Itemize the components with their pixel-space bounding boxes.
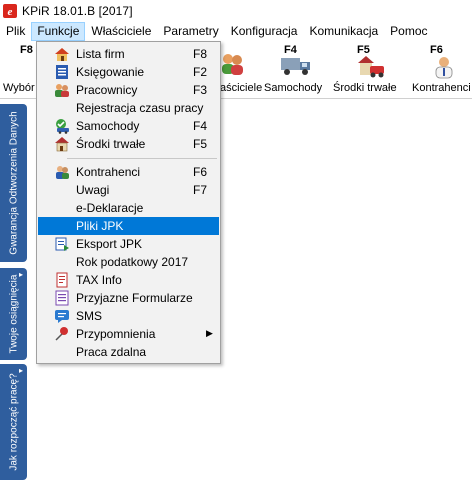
menu-funkcje-label: Funkcje bbox=[37, 24, 80, 38]
owners-icon bbox=[222, 54, 243, 75]
menu-item-praca-zdalna[interactable]: Praca zdalna bbox=[38, 343, 219, 361]
menu-item-shortcut: F7 bbox=[193, 183, 208, 197]
menu-item-rejestracja-czasu-pracy[interactable]: Rejestracja czasu pracy bbox=[38, 99, 219, 117]
svg-text:e: e bbox=[8, 6, 13, 18]
menu-item-e-deklaracje[interactable]: e-Deklaracje bbox=[38, 199, 219, 217]
submenu-arrow-icon: ▶ bbox=[206, 328, 213, 338]
toolbar-button-label: Środki trwałe bbox=[333, 82, 397, 94]
menu-item-label: Uwagi bbox=[76, 183, 110, 197]
menu-konfiguracja[interactable]: Konfiguracja bbox=[225, 22, 304, 41]
contractors-icon bbox=[435, 57, 453, 79]
side-tab-data-guarantee[interactable]: Gwarancja Odtworzenia Danych bbox=[0, 104, 27, 262]
menu-item-shortcut: F6 bbox=[193, 165, 208, 179]
menu-item-tax-info[interactable]: TAX Info bbox=[38, 271, 219, 289]
document-icon bbox=[56, 272, 68, 288]
ledger-icon bbox=[56, 65, 68, 79]
menu-item-shortcut: F8 bbox=[193, 47, 208, 61]
menu-konfiguracja-label: Konfiguracja bbox=[230, 24, 298, 38]
funkcje-dropdown-menu: Lista firm F8 Księgowanie F2 Pracownicy … bbox=[36, 41, 221, 364]
side-tab-label: Twoje osiągnięcia bbox=[8, 274, 19, 354]
menu-item-label: Przypomnienia bbox=[76, 327, 156, 341]
toolbar-button-label: Kontrahenci bbox=[412, 82, 471, 94]
toolbar-fixed-assets-button[interactable]: F5 Środki trwałe bbox=[330, 41, 408, 99]
app-logo-icon: e bbox=[3, 4, 17, 18]
chevron-right-icon: ▸ bbox=[18, 270, 23, 279]
menu-item-przyjazne-formularze[interactable]: Przyjazne Formularze bbox=[38, 289, 219, 307]
menu-bar: Plik Funkcje Właściciele Parametry Konfi… bbox=[0, 22, 472, 41]
menu-item-lista-firm[interactable]: Lista firm F8 bbox=[38, 45, 219, 63]
menu-item-srodki-trwale[interactable]: Środki trwałe F5 bbox=[38, 135, 219, 153]
side-tab-label: Gwarancja Odtworzenia Danych bbox=[8, 111, 19, 255]
fixed-assets-icon bbox=[358, 56, 384, 78]
menu-item-shortcut: F3 bbox=[193, 83, 208, 97]
menu-wlasciciele-label: Właściciele bbox=[91, 24, 152, 38]
sms-icon bbox=[55, 310, 69, 323]
menu-item-label: SMS bbox=[76, 309, 103, 323]
menu-item-label: Praca zdalna bbox=[76, 345, 147, 359]
menu-item-label: Rok podatkowy 2017 bbox=[76, 255, 189, 269]
form-icon bbox=[55, 290, 69, 306]
menu-item-pracownicy[interactable]: Pracownicy F3 bbox=[38, 81, 219, 99]
menu-komunikacja-label: Komunikacja bbox=[309, 24, 379, 38]
menu-separator bbox=[67, 158, 217, 159]
toolbar-cars-button[interactable]: F4 Samochody bbox=[262, 41, 326, 99]
menu-pomoc-label: Pomoc bbox=[390, 24, 428, 38]
menu-plik-label: Plik bbox=[6, 24, 26, 38]
menu-item-samochody[interactable]: Samochody F4 bbox=[38, 117, 219, 135]
toolbar-contractors-button[interactable]: F6 Kontrahenci bbox=[410, 41, 472, 99]
menu-item-kontrahenci[interactable]: Kontrahenci F6 bbox=[38, 163, 219, 181]
menu-item-shortcut: F4 bbox=[193, 119, 208, 133]
toolbar-key-label: F8 bbox=[20, 44, 33, 56]
menu-item-label: Lista firm bbox=[76, 47, 125, 61]
menu-item-label: e-Deklaracje bbox=[76, 201, 144, 215]
menu-komunikacja[interactable]: Komunikacja bbox=[303, 22, 384, 41]
menu-item-eksport-jpk[interactable]: Eksport JPK bbox=[38, 235, 219, 253]
chevron-right-icon: ▸ bbox=[18, 366, 23, 375]
window-title: KPiR 18.01.B [2017] bbox=[22, 4, 133, 18]
side-tab-getting-started[interactable]: ▸ Jak rozpocząć pracę? bbox=[0, 364, 27, 480]
menu-item-shortcut: F5 bbox=[193, 137, 208, 151]
toolbar-button-label: Samochody bbox=[264, 82, 323, 94]
side-tab-achievements[interactable]: ▸ Twoje osiągnięcia bbox=[0, 268, 27, 360]
menu-item-label: Księgowanie bbox=[76, 65, 145, 79]
pin-icon bbox=[55, 327, 68, 341]
menu-item-label: Eksport JPK bbox=[76, 237, 143, 251]
toolbar-company-select-button[interactable]: F8 Wybór f bbox=[0, 41, 41, 99]
menu-item-label: TAX Info bbox=[76, 273, 122, 287]
menu-plik[interactable]: Plik bbox=[0, 22, 31, 41]
export-icon bbox=[55, 237, 69, 251]
menu-item-shortcut: F2 bbox=[193, 65, 208, 79]
menu-item-label: Przyjazne Formularze bbox=[76, 291, 193, 305]
menu-item-label: Pracownicy bbox=[76, 83, 138, 97]
menu-item-label: Pliki JPK bbox=[76, 219, 124, 233]
menu-parametry-label: Parametry bbox=[163, 24, 219, 38]
menu-item-label: Środki trwałe bbox=[76, 137, 146, 151]
menu-parametry[interactable]: Parametry bbox=[157, 22, 224, 41]
menu-item-uwagi[interactable]: Uwagi F7 bbox=[38, 181, 219, 199]
employees-icon bbox=[55, 84, 69, 97]
menu-wlasciciele[interactable]: Właściciele bbox=[85, 22, 157, 41]
menu-item-sms[interactable]: SMS bbox=[38, 307, 219, 325]
car-icon bbox=[56, 119, 69, 134]
truck-icon bbox=[281, 58, 310, 75]
menu-item-label: Rejestracja czasu pracy bbox=[76, 101, 204, 115]
menu-funkcje[interactable]: Funkcje bbox=[31, 22, 86, 41]
menu-item-pliki-jpk[interactable]: Pliki JPK bbox=[38, 217, 219, 235]
contractors-icon bbox=[56, 166, 69, 179]
menu-item-przypomnienia[interactable]: Przypomnienia ▶ bbox=[38, 325, 219, 343]
toolbar-button-label: aściciele bbox=[220, 82, 263, 94]
side-tab-label: Jak rozpocząć pracę? bbox=[8, 373, 19, 471]
menu-item-label: Samochody bbox=[76, 119, 140, 133]
house-icon bbox=[55, 48, 69, 61]
menu-item-ksiegowanie[interactable]: Księgowanie F2 bbox=[38, 63, 219, 81]
building-icon bbox=[55, 137, 69, 152]
menu-pomoc[interactable]: Pomoc bbox=[384, 22, 433, 41]
title-bar: e KPiR 18.01.B [2017] bbox=[0, 0, 472, 22]
menu-item-label: Kontrahenci bbox=[76, 165, 141, 179]
menu-item-rok-podatkowy[interactable]: Rok podatkowy 2017 bbox=[38, 253, 219, 271]
